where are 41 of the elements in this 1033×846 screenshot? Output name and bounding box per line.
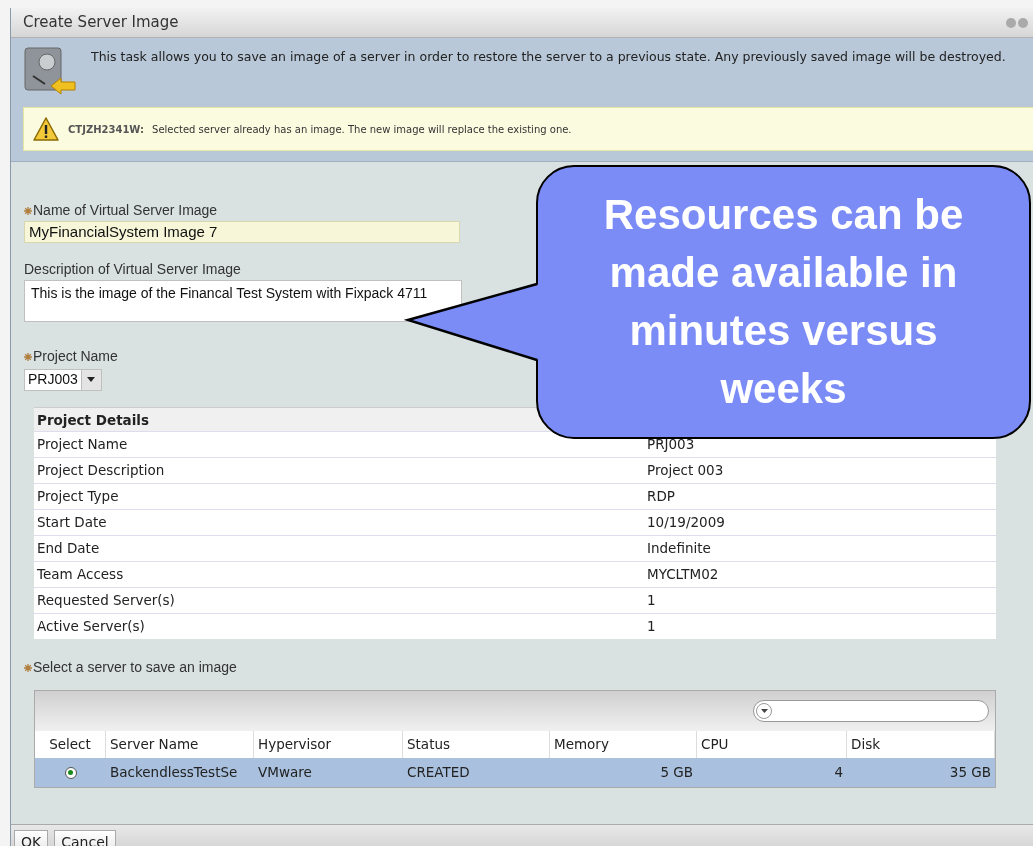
table-cell-text: CREATED bbox=[406, 763, 471, 783]
project-dropdown[interactable]: PRJ003 bbox=[24, 368, 102, 391]
table-cell-text: Project 003 bbox=[647, 461, 725, 481]
table-cell-text: 10/19/2009 bbox=[647, 513, 726, 533]
table-cell-text: MYCLTM02 bbox=[647, 565, 720, 585]
field-label: Description of Virtual Server Image bbox=[24, 260, 241, 279]
intro-text: This task allows you to save an image of a server in order to restore the server to a previous state. Any previously saved image will be destroyed. bbox=[91, 48, 1006, 66]
table-cell-text: 1 bbox=[647, 591, 657, 611]
table-cell-text: Indefinite bbox=[647, 539, 712, 559]
table-cell-text: Team Access bbox=[37, 565, 125, 585]
warning-code: CTJZH2341W: bbox=[68, 122, 145, 137]
warning-message: Selected server already has an image. The new image will replace the existing one. bbox=[152, 122, 572, 137]
table-cell-text: End Date bbox=[37, 539, 101, 559]
table-cell-text: 35 GB bbox=[948, 763, 992, 783]
table-cell-text: 4 bbox=[833, 763, 844, 783]
text-field[interactable]: MyFinancialSystem Image 7 bbox=[24, 221, 460, 243]
table-cell-text: Start Date bbox=[37, 513, 108, 533]
table-cell-text: Project Name bbox=[37, 435, 129, 455]
dialog-button[interactable]: Cancel bbox=[54, 830, 116, 846]
dropdown-value: PRJ003 bbox=[27, 370, 79, 389]
field-label: Project Name bbox=[33, 347, 118, 366]
table-cell-text: Project Type bbox=[37, 487, 120, 507]
field-label: Name of Virtual Server Image bbox=[33, 201, 218, 220]
table-cell-text: Project Description bbox=[37, 461, 166, 481]
dialog-button[interactable]: OK bbox=[14, 830, 49, 846]
dropdown-caret-icon[interactable] bbox=[80, 369, 101, 390]
table-cell-text: RDP bbox=[647, 487, 676, 507]
callout-bubble: Resources can be made available in minutes versus weeks bbox=[536, 165, 1031, 439]
window-title: Create Server Image bbox=[23, 12, 179, 34]
table-row[interactable]: BackendlessTestSe VMware CREATED 5 GB 4 35 GB bbox=[35, 758, 995, 787]
table-cell-text: BackendlessTestSe bbox=[109, 763, 239, 783]
description-field[interactable]: This is the image of the Financal Test System with Fixpack 4711 bbox=[24, 280, 462, 322]
table-cell-text: 1 bbox=[647, 617, 657, 637]
table-cell-text: Requested Server(s) bbox=[37, 591, 176, 611]
field-label: Select a server to save an image bbox=[33, 658, 237, 677]
table-cell-text: Active Server(s) bbox=[37, 617, 146, 637]
table-cell-text: VMware bbox=[257, 763, 313, 783]
filter-field[interactable] bbox=[753, 700, 989, 722]
warning-icon bbox=[32, 116, 60, 142]
table-cell-text: 5 GB bbox=[659, 763, 694, 783]
radio-button[interactable] bbox=[64, 766, 77, 779]
